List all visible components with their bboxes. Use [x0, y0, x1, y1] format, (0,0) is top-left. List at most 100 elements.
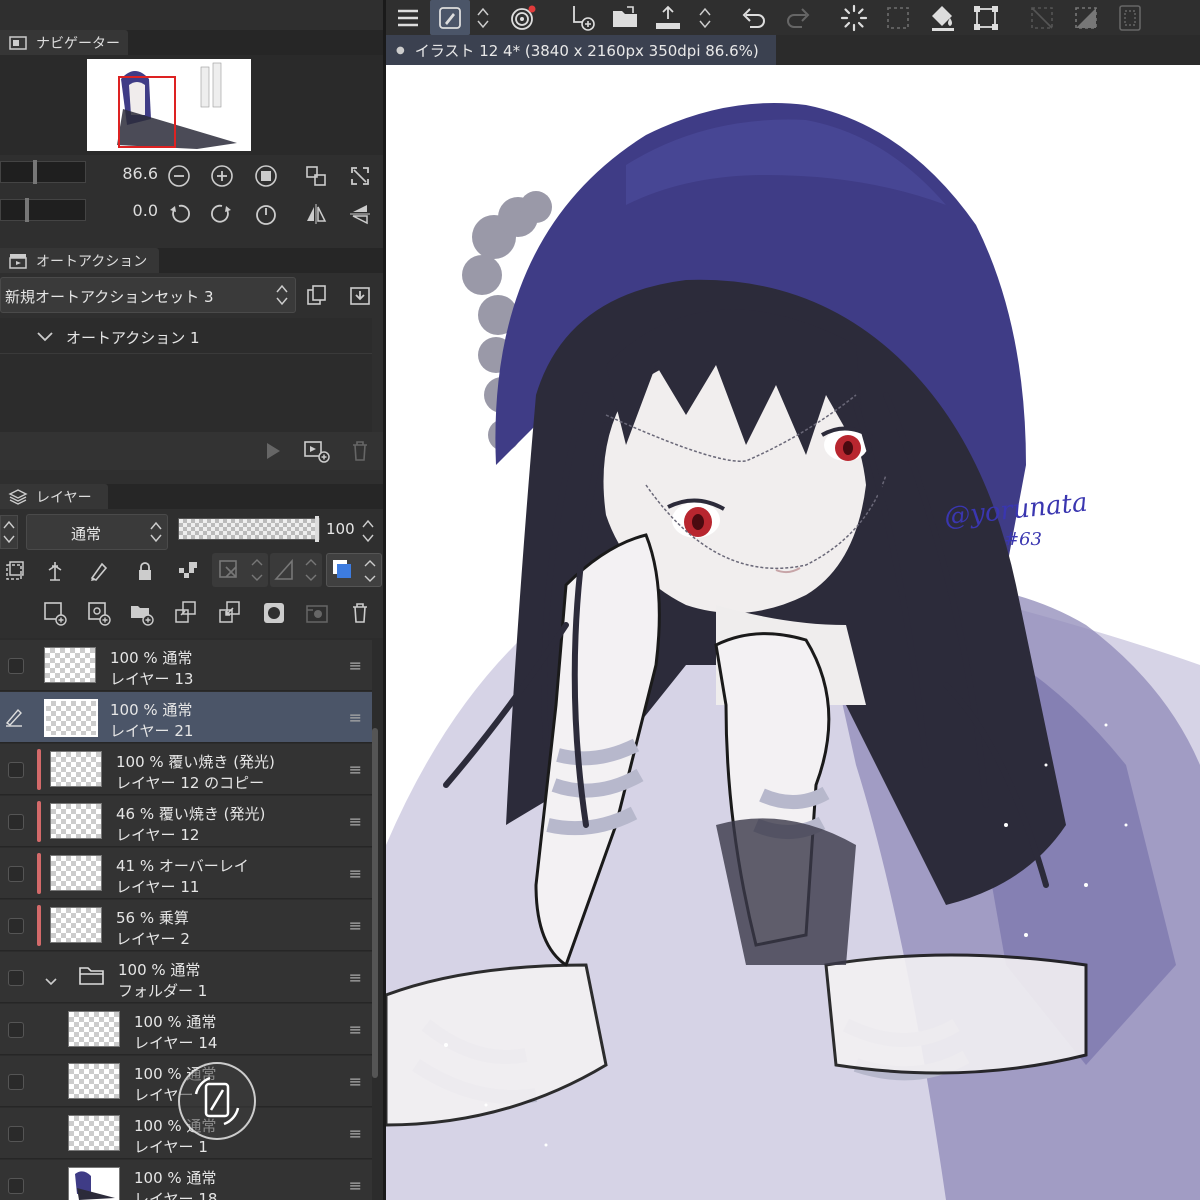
layer-row[interactable]: 41 % オーバーレイ レイヤー 11 ≡	[0, 848, 372, 899]
drag-handle-icon[interactable]: ≡	[349, 1072, 362, 1091]
zoom-in-icon[interactable]	[210, 164, 234, 188]
new-layer-icon[interactable]	[566, 0, 598, 35]
visibility-checkbox[interactable]	[8, 1022, 24, 1038]
delete-layer-icon[interactable]	[348, 600, 372, 626]
visibility-checkbox[interactable]	[8, 866, 24, 882]
visibility-checkbox[interactable]	[8, 762, 24, 778]
rotation-slider[interactable]	[0, 198, 86, 222]
menu-icon[interactable]	[394, 0, 422, 35]
layer-row[interactable]: 100 % 通常 レイヤー 14 ≡	[0, 1004, 372, 1055]
ruler-toggle-group[interactable]	[270, 553, 322, 587]
opacity-slider[interactable]	[178, 516, 320, 542]
drag-handle-icon[interactable]: ≡	[349, 1020, 362, 1039]
auto-action-tab[interactable]: オートアクション	[0, 248, 160, 273]
fill-icon[interactable]	[926, 0, 960, 35]
layer-tab[interactable]: レイヤー	[0, 484, 108, 509]
folder-row[interactable]: 100 % 通常 フォルダー 1 ≡	[0, 952, 372, 1003]
layer-row[interactable]: 100 % 覆い焼き (発光) レイヤー 12 のコピー ≡	[0, 744, 372, 795]
visibility-checkbox[interactable]	[8, 970, 24, 986]
spiral-icon[interactable]	[506, 0, 540, 35]
layer-name: レイヤー 12	[116, 826, 200, 844]
loading-icon[interactable]	[838, 0, 870, 35]
zoom-value[interactable]: 86.6	[100, 164, 158, 183]
merge-down-icon[interactable]	[217, 600, 243, 626]
draft-layer-icon[interactable]	[88, 560, 110, 582]
visibility-checkbox[interactable]	[8, 1178, 24, 1194]
visibility-checkbox[interactable]	[8, 918, 24, 934]
rotate-device-button[interactable]	[178, 1062, 256, 1140]
copy-set-icon[interactable]	[304, 284, 328, 308]
auto-action-item[interactable]: オートアクション 1	[0, 318, 372, 354]
deselect-icon[interactable]	[882, 0, 914, 35]
drag-handle-icon[interactable]: ≡	[349, 1176, 362, 1195]
drag-handle-icon[interactable]: ≡	[349, 968, 362, 987]
drag-handle-icon[interactable]: ≡	[349, 864, 362, 883]
redo-icon[interactable]	[782, 0, 814, 35]
layer-row[interactable]: 100 % 通常 レイヤー 18 ≡	[0, 1160, 372, 1200]
layer-row[interactable]: 46 % 覆い焼き (発光) レイヤー 12 ≡	[0, 796, 372, 847]
undo-icon[interactable]	[738, 0, 770, 35]
drag-handle-icon[interactable]: ≡	[349, 812, 362, 831]
layer-row[interactable]: 56 % 乗算 レイヤー 2 ≡	[0, 900, 372, 951]
navigator-tab[interactable]: ナビゲーター	[0, 30, 128, 55]
export-icon[interactable]	[652, 0, 684, 35]
lock-icon[interactable]	[134, 560, 156, 582]
fit-icon[interactable]	[304, 164, 328, 188]
reference-layer-icon[interactable]	[44, 560, 66, 582]
layer-row-selected[interactable]: 100 % 通常 レイヤー 21 ≡	[0, 692, 372, 743]
zoom-reset-icon[interactable]	[254, 164, 278, 188]
drag-handle-icon[interactable]: ≡	[349, 916, 362, 935]
new-folder-icon[interactable]	[129, 600, 155, 626]
invert-selection-icon[interactable]	[1070, 0, 1102, 35]
layer-prop-stepper[interactable]	[0, 515, 18, 549]
clip-layer-icon[interactable]	[4, 560, 26, 582]
visibility-checkbox[interactable]	[8, 1126, 24, 1142]
zoom-slider[interactable]	[0, 160, 86, 184]
visibility-checkbox[interactable]	[8, 814, 24, 830]
layer-row[interactable]: 100 % 通常 レイヤー 13 ≡	[0, 640, 372, 691]
drag-handle-icon[interactable]: ≡	[349, 656, 362, 675]
auto-action-set-select[interactable]: 新規オートアクションセット 3	[0, 277, 296, 313]
chevron-down-icon[interactable]	[36, 329, 54, 348]
drag-handle-icon[interactable]: ≡	[349, 760, 362, 779]
rotate-right-icon[interactable]	[210, 202, 234, 226]
opacity-value[interactable]: 100	[326, 520, 355, 538]
record-icon[interactable]	[303, 439, 331, 463]
flip-horizontal-icon[interactable]	[304, 202, 328, 226]
document-tab[interactable]: ● イラスト 12 4* (3840 x 2160px 350dpi 86.6%…	[386, 35, 776, 65]
layer-color-group[interactable]	[326, 553, 382, 587]
open-icon[interactable]	[610, 0, 642, 35]
rotate-left-icon[interactable]	[167, 202, 191, 226]
drag-handle-icon[interactable]: ≡	[349, 708, 362, 727]
play-icon[interactable]	[260, 440, 284, 462]
visibility-checkbox[interactable]	[8, 658, 24, 674]
flip-vertical-icon[interactable]	[348, 202, 372, 226]
chevron-updown-icon[interactable]	[696, 0, 714, 35]
fit-window-icon[interactable]	[348, 164, 372, 188]
trash-icon[interactable]	[348, 439, 372, 463]
rotation-value[interactable]: 0.0	[100, 201, 158, 220]
chevron-down-icon[interactable]	[44, 972, 58, 991]
blend-mode-select[interactable]: 通常	[26, 514, 168, 550]
lock-transparency-icon[interactable]	[177, 560, 199, 582]
clip-selection-icon[interactable]	[1114, 0, 1146, 35]
navigator-thumbnail[interactable]	[87, 59, 251, 151]
pen-tool-button[interactable]	[430, 0, 470, 35]
reset-rotation-icon[interactable]	[254, 202, 278, 226]
canvas[interactable]: @yorunata #63	[386, 65, 1200, 1200]
layer-scrollbar[interactable]	[372, 728, 378, 1078]
opacity-stepper[interactable]	[360, 516, 376, 546]
new-raster-layer-icon[interactable]	[42, 600, 68, 626]
import-icon[interactable]	[348, 284, 372, 308]
zoom-out-icon[interactable]	[167, 164, 191, 188]
visibility-checkbox[interactable]	[8, 1074, 24, 1090]
new-vector-layer-icon[interactable]	[86, 600, 112, 626]
chevron-updown-icon[interactable]	[474, 0, 492, 35]
crop-icon[interactable]	[1026, 0, 1058, 35]
drag-handle-icon[interactable]: ≡	[349, 1124, 362, 1143]
layer-mask-icon[interactable]	[261, 600, 287, 626]
apply-mask-icon[interactable]	[304, 600, 330, 626]
mask-toggle-group[interactable]	[212, 553, 268, 587]
transfer-down-icon[interactable]	[173, 600, 199, 626]
transform-icon[interactable]	[970, 0, 1002, 35]
